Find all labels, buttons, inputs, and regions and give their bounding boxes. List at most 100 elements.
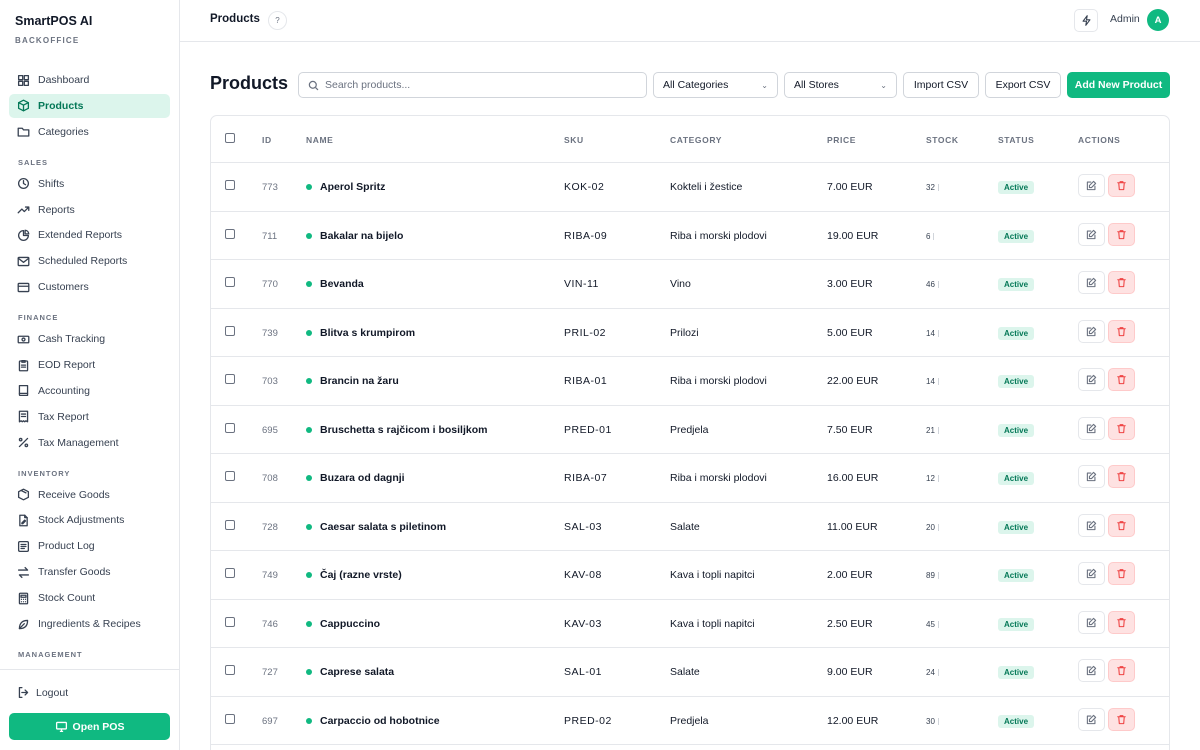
quick-actions-button[interactable] [1074,9,1098,32]
product-name-text: Caesar salata s piletinom [320,520,447,533]
edit-button[interactable] [1078,659,1105,682]
table-row[interactable]: 739 Blitva s krumpirom PRIL-02 Prilozi 5.00 … [211,309,1169,357]
sidebar-item-products[interactable]: Products [9,93,170,118]
product-name[interactable]: Čaj (razne vrste) [306,569,402,581]
delete-button[interactable] [1108,319,1135,343]
sidebar-item-reports[interactable]: Reports [9,198,170,222]
row-checkbox[interactable] [225,374,235,384]
edit-button[interactable] [1078,707,1105,731]
sidebar-item-transfer-goods[interactable]: Transfer Goods [9,560,170,584]
sidebar-item-tax-management[interactable]: Tax Management [9,431,170,455]
product-name[interactable]: Bruschetta s rajčicom i bosiljkom [306,424,487,436]
delete-button[interactable] [1108,222,1135,246]
row-checkbox[interactable] [225,713,235,724]
sidebar-item-receive-goods[interactable]: Receive Goods [9,483,170,507]
product-name[interactable]: Bakalar na bijelo [306,230,403,242]
product-name[interactable]: Bevanda [306,278,364,290]
sidebar-item-product-log[interactable]: Product Log [9,534,170,558]
import-csv-button[interactable]: Import CSV [903,72,979,98]
edit-button[interactable] [1078,610,1105,634]
status-badge: Active [998,278,1035,291]
product-name[interactable]: Aperol Spritz [306,181,385,193]
trash-icon [1117,278,1126,288]
sidebar-item-categories[interactable]: Categories [9,120,170,144]
sidebar-item-accounting[interactable]: Accounting [9,379,170,403]
delete-button[interactable] [1108,659,1135,682]
delete-button[interactable] [1108,562,1135,585]
export-csv-button[interactable]: Export CSV [985,72,1061,98]
row-checkbox[interactable] [225,277,235,287]
search-input[interactable] [325,79,625,91]
product-stock: 21 [926,426,939,435]
table-row[interactable]: 711 Bakalar na bijelo RIBA-09 Riba i morski… [211,212,1169,260]
sidebar-item-stock-count[interactable]: Stock Count [9,586,170,610]
delete-button[interactable] [1108,610,1135,634]
product-name-text: Buzara od dagnji [320,472,405,484]
table-row[interactable]: 746 Cappuccino KAV-03 Kava i topli napitci 2… [211,600,1169,648]
product-name[interactable]: Blitva s krumpirom [306,327,415,339]
product-name-text: Cappuccino [320,617,381,630]
edit-button[interactable] [1078,368,1105,391]
sidebar-item-extended-reports[interactable]: Extended Reports [9,223,170,247]
sidebar-item-dashboard[interactable]: Dashboard [9,68,170,92]
product-name[interactable]: Caesar salata s piletinom [306,521,446,533]
sidebar-item-scheduled-reports[interactable]: Scheduled Reports [9,249,170,273]
sidebar-item-customers[interactable]: Customers [9,275,170,299]
delete-button[interactable] [1108,416,1135,440]
product-name[interactable]: Buzara od dagnji [306,472,405,484]
table-row[interactable]: 728 Caesar salata s piletinom SAL-03 Salate… [211,503,1169,551]
sidebar-item-shifts[interactable]: Shifts [9,172,170,196]
table-row[interactable]: 703 Brancin na žaru RIBA-01 Riba i morski p… [211,357,1169,406]
stock-bar [937,717,939,725]
row-checkbox[interactable] [225,180,235,190]
search-box[interactable] [298,72,647,98]
product-name[interactable]: Cappuccino [306,618,380,630]
row-checkbox[interactable] [225,325,235,336]
row-checkbox[interactable] [225,228,235,239]
table-row[interactable]: 773 Aperol Spritz KOK-02 Kokteli i žestice 7… [211,163,1169,212]
avatar[interactable]: A [1147,9,1169,31]
sidebar-item-tax-report[interactable]: Tax Report [9,405,170,429]
sidebar-item-cash-tracking[interactable]: Cash Tracking [9,327,170,351]
row-checkbox[interactable] [225,471,235,481]
table-row[interactable]: 708 Buzara od dagnji RIBA-07 Riba i morski … [211,454,1169,503]
row-checkbox[interactable] [225,519,235,530]
add-product-button[interactable]: Add New Product [1067,72,1170,98]
delete-button[interactable] [1108,368,1135,391]
product-name[interactable]: Brancin na žaru [306,375,399,387]
edit-button[interactable] [1078,513,1105,537]
table-row[interactable]: 770 Bevanda VIN-11 Vino 3.00 EUR 46 Active [211,260,1169,309]
row-checkbox[interactable] [225,568,235,578]
table-row[interactable]: 727 Caprese salata SAL-01 Salate 9.00 EUR 24 A… [211,648,1169,697]
row-checkbox[interactable] [225,665,235,675]
delete-button[interactable] [1108,707,1135,731]
row-checkbox[interactable] [225,422,235,433]
sidebar-item-stock-adjustments[interactable]: Stock Adjustments [9,508,170,532]
select-all-checkbox[interactable] [225,133,235,143]
delete-button[interactable] [1108,174,1135,197]
logout-button[interactable]: Logout [17,686,68,699]
table-row[interactable]: 695 Bruschetta s rajčicom i bosiljkom PRED… [211,406,1169,454]
delete-button[interactable] [1108,513,1135,537]
trash-icon [1117,569,1126,579]
sidebar-item-eod-report[interactable]: EOD Report [9,353,170,377]
edit-button[interactable] [1078,222,1105,246]
edit-button[interactable] [1078,319,1105,343]
help-icon[interactable]: ? [268,11,287,30]
edit-button[interactable] [1078,465,1105,488]
open-pos-button[interactable]: Open POS [9,713,170,740]
delete-button[interactable] [1108,465,1135,488]
edit-button[interactable] [1078,271,1105,294]
edit-button[interactable] [1078,174,1105,197]
edit-button[interactable] [1078,562,1105,585]
table-row[interactable]: 697 Carpaccio od hobotnice PRED-02 Predjela… [211,697,1169,745]
table-row[interactable]: 749 Čaj (razne vrste) KAV-08 Kava i topli n… [211,551,1169,600]
delete-button[interactable] [1108,271,1135,294]
product-name[interactable]: Caprese salata [306,666,394,678]
edit-button[interactable] [1078,416,1105,440]
store-filter[interactable]: All Stores ⌄ [784,72,897,98]
category-filter[interactable]: All Categories ⌄ [653,72,778,98]
sidebar-item-ingredients-recipes[interactable]: Ingredients & Recipes [9,612,170,636]
product-name[interactable]: Carpaccio od hobotnice [306,715,440,727]
row-checkbox[interactable] [225,616,235,627]
